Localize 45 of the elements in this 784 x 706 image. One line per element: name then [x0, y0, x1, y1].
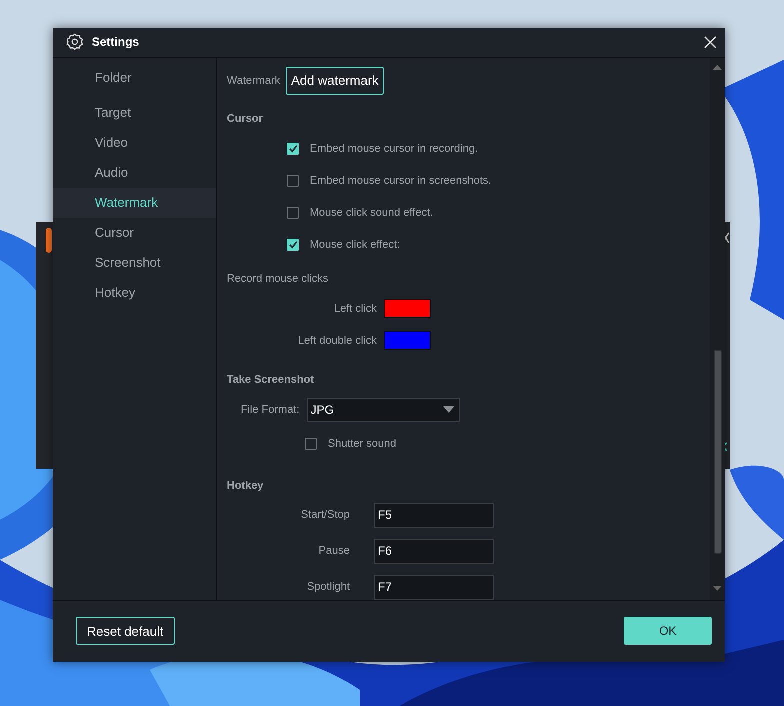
checkbox-label: Mouse click effect:: [310, 238, 400, 251]
checkbox-label: Embed mouse cursor in screenshots.: [310, 174, 492, 187]
color-swatch[interactable]: [384, 299, 431, 318]
record-clicks-label: Record mouse clicks: [227, 272, 328, 285]
color-swatch[interactable]: [384, 331, 431, 350]
scroll-up-icon[interactable]: [713, 64, 722, 70]
sidebar-item[interactable]: Video: [53, 128, 216, 158]
checkbox[interactable]: [287, 206, 299, 219]
sidebar-item[interactable]: Cursor: [53, 218, 216, 248]
add-watermark-button[interactable]: Add watermark: [286, 66, 384, 95]
hotkey-field[interactable]: F5: [374, 502, 494, 528]
dropdown-arrow-icon[interactable]: [442, 406, 455, 414]
section-heading: Take Screenshot: [227, 374, 316, 386]
section-heading: Cursor: [227, 112, 264, 125]
sidebar-item[interactable]: Watermark: [53, 188, 216, 218]
click-label: Left click: [333, 302, 377, 315]
sidebar-item[interactable]: Target: [53, 98, 216, 128]
scroll-down-icon[interactable]: [713, 586, 722, 591]
scrollbar-thumb[interactable]: [714, 350, 722, 554]
app-logo-icon: [46, 228, 52, 253]
hotkey-label: Start/Stop: [300, 509, 350, 522]
sidebar-item[interactable]: Folder: [53, 62, 216, 98]
click-label: Left double click: [297, 334, 377, 347]
hotkey-label: Pause: [318, 545, 350, 558]
sidebar-item[interactable]: Screenshot: [53, 248, 216, 278]
watermark-label: Watermark: [227, 74, 280, 87]
reset-default-button[interactable]: Reset default: [76, 617, 175, 646]
window-title: Settings: [92, 35, 140, 50]
checkbox[interactable]: [287, 238, 299, 251]
checkbox-label: Mouse click sound effect.: [310, 206, 434, 219]
checkbox[interactable]: [287, 174, 299, 187]
checkbox-label: Embed mouse cursor in recording.: [310, 142, 478, 155]
hotkey-field[interactable]: F7: [374, 574, 494, 600]
section-heading: Hotkey: [227, 480, 265, 492]
hotkey-label: Spotlight: [306, 581, 350, 594]
sidebar-item[interactable]: Hotkey: [53, 278, 216, 308]
checkbox[interactable]: [287, 142, 299, 155]
hotkey-field[interactable]: F6: [374, 538, 494, 564]
ok-button[interactable]: OK: [624, 617, 712, 646]
checkbox-label: Shutter sound: [328, 438, 396, 450]
settings-icon: [66, 33, 84, 52]
checkbox[interactable]: [305, 438, 317, 450]
file-format-dropdown[interactable]: JPG: [306, 398, 460, 422]
file-format-label: File Format:: [241, 404, 300, 416]
sidebar-item[interactable]: Audio: [53, 158, 216, 188]
